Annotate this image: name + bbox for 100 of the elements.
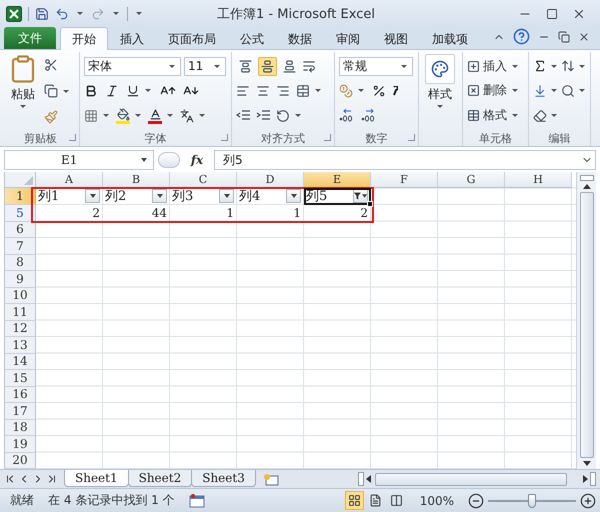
row-header[interactable]: 20 (5, 452, 36, 469)
column-header[interactable]: E (304, 172, 371, 188)
column-header[interactable]: G (438, 172, 505, 188)
ribbon-tab[interactable]: 视图 (372, 27, 420, 50)
format-button[interactable]: 格式 (467, 106, 520, 126)
increase-indent-icon[interactable] (256, 110, 270, 122)
insert-sheet-icon[interactable] (262, 472, 279, 486)
align-button[interactable] (258, 56, 277, 76)
ribbon-tab[interactable]: 公式 (228, 27, 276, 50)
caret-icon[interactable] (63, 90, 69, 92)
filter-icon[interactable] (354, 192, 361, 200)
caret-icon[interactable] (551, 89, 557, 92)
copy-icon[interactable] (44, 84, 58, 98)
caret-icon[interactable] (512, 114, 518, 118)
column-header[interactable]: A (36, 172, 103, 188)
borders-icon[interactable] (84, 108, 98, 123)
percent-icon[interactable] (372, 84, 386, 98)
caret-icon[interactable] (141, 158, 147, 162)
first-sheet-icon[interactable] (4, 473, 16, 485)
column-header[interactable]: F (371, 172, 438, 188)
ribbon-tab[interactable]: 数据 (276, 27, 324, 50)
fill-down-icon[interactable] (533, 84, 547, 98)
scroll-up-icon[interactable] (582, 184, 590, 189)
save-icon[interactable] (35, 6, 49, 20)
sheet-tab[interactable]: Sheet3 (191, 470, 256, 486)
dialog-launcher-icon[interactable] (408, 134, 415, 141)
caret-icon[interactable] (551, 114, 557, 118)
number-format-select[interactable]: 常规 (339, 56, 413, 76)
row-header[interactable]: 13 (5, 337, 36, 354)
insert-function-button[interactable]: fx (184, 153, 210, 167)
normal-view-icon[interactable] (348, 494, 361, 507)
top-align-icon[interactable] (239, 60, 252, 73)
caret-icon[interactable] (401, 64, 407, 68)
sort-icon[interactable] (561, 59, 575, 74)
filter-dropdown-button[interactable] (85, 189, 100, 203)
insert-button[interactable]: 插入 (467, 56, 520, 76)
caret-icon[interactable] (315, 89, 321, 92)
wrap-text-icon[interactable] (302, 59, 316, 74)
ribbon-tab[interactable]: 审阅 (324, 27, 372, 50)
row-header[interactable]: 17 (5, 403, 36, 420)
ribbon-tab[interactable]: 页面布局 (156, 27, 228, 50)
dialog-launcher-icon[interactable] (324, 134, 331, 141)
caret-icon[interactable] (214, 64, 220, 68)
splitter-handle[interactable] (158, 152, 180, 168)
column-header[interactable]: B (103, 172, 170, 188)
row-header[interactable]: 8 (5, 254, 36, 271)
align-left-icon[interactable] (236, 84, 250, 98)
ribbon-tab[interactable]: 加载项 (420, 27, 480, 50)
increase-decimal-icon[interactable] (339, 109, 355, 122)
delete-button[interactable]: 删除 (467, 80, 520, 101)
fill-color-icon[interactable] (116, 108, 130, 124)
filter-dropdown-button[interactable] (152, 189, 167, 203)
zoom-out-icon[interactable] (468, 492, 484, 508)
slider-thumb[interactable] (528, 494, 536, 508)
caret-icon[interactable] (145, 89, 151, 92)
table-icon[interactable] (467, 109, 480, 122)
app-logo-icon[interactable] (6, 6, 22, 22)
decrease-indent-icon[interactable] (236, 110, 250, 122)
caret-icon[interactable] (90, 194, 96, 198)
coins-icon[interactable] (339, 84, 353, 98)
caret-icon[interactable] (135, 114, 141, 118)
caret-icon[interactable] (362, 194, 367, 198)
close-icon[interactable] (578, 30, 590, 42)
caret-icon[interactable] (295, 114, 301, 118)
sheet-tab[interactable]: Sheet2 (128, 470, 192, 486)
row-header[interactable]: 9 (5, 271, 36, 288)
formula-field[interactable]: 列5 (214, 150, 596, 170)
ribbon-tab[interactable]: 开始 (60, 27, 108, 50)
align-right-icon[interactable] (276, 84, 290, 98)
maximize-icon[interactable] (546, 8, 558, 20)
column-header[interactable]: C (170, 172, 237, 188)
caret-icon[interactable] (156, 194, 162, 198)
font-select[interactable]: 宋体 (84, 56, 181, 76)
styles-button[interactable]: 样式 (423, 54, 457, 128)
insert-cells-icon[interactable] (467, 60, 480, 73)
page-layout-icon[interactable] (368, 494, 382, 507)
delete-cells-icon[interactable] (467, 84, 480, 98)
caret-icon[interactable] (579, 64, 585, 68)
caret-icon[interactable] (512, 64, 518, 68)
caret-icon[interactable] (358, 89, 364, 92)
filter-dropdown-button[interactable] (219, 189, 234, 203)
filter-dropdown-button[interactable] (286, 189, 301, 203)
column-header[interactable]: D (237, 172, 304, 188)
sheet-tab[interactable]: Sheet1 (64, 470, 129, 486)
cut-icon[interactable] (44, 58, 58, 72)
filter-dropdown-button[interactable] (353, 189, 368, 203)
dialog-launcher-icon[interactable] (69, 134, 76, 141)
paste-button[interactable]: 粘贴 (6, 54, 40, 128)
row-header[interactable]: 14 (5, 354, 36, 370)
row-header[interactable]: 10 (5, 288, 36, 304)
help-icon[interactable] (513, 28, 530, 45)
caret-icon[interactable] (512, 89, 518, 92)
row-header[interactable]: 16 (5, 386, 36, 403)
row-header[interactable]: 1 (5, 188, 36, 205)
caret-icon[interactable] (113, 12, 119, 15)
caret-icon[interactable] (77, 12, 83, 15)
row-header[interactable]: 12 (5, 320, 36, 337)
row-header[interactable]: 19 (5, 436, 36, 452)
caret-icon[interactable] (579, 89, 585, 92)
row-header[interactable]: 5 (5, 205, 36, 222)
